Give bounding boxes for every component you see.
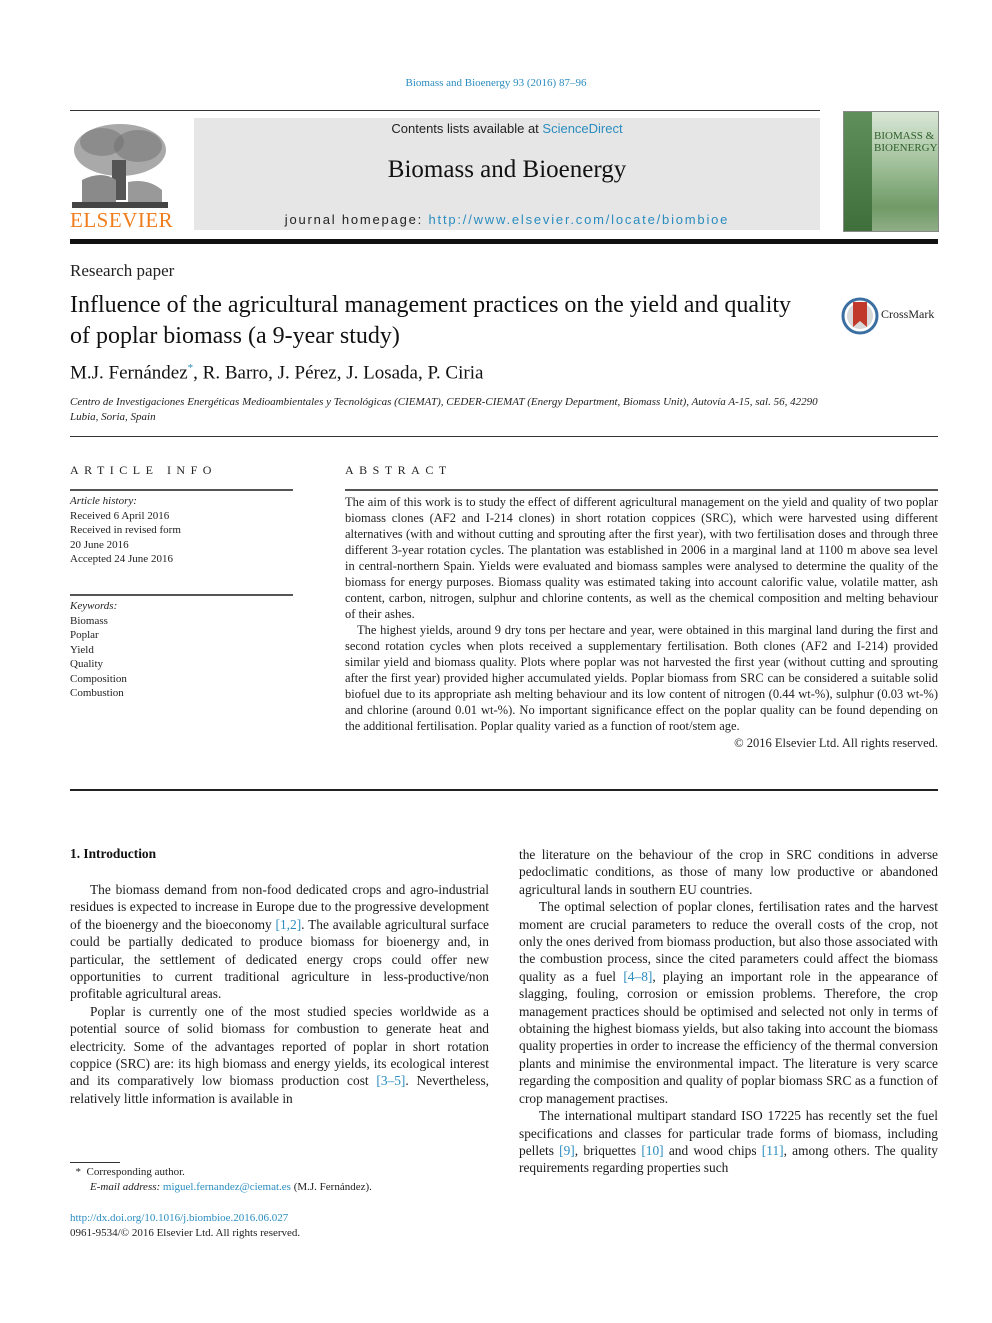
- body-paragraph: the literature on the behaviour of the c…: [519, 847, 938, 897]
- affiliation: Centro de Investigaciones Energéticas Me…: [70, 396, 818, 423]
- cover-title-line: BIOENERGY: [874, 142, 938, 154]
- author[interactable]: P. Ciria: [427, 362, 483, 383]
- footnote-corresponding: * Corresponding author.: [70, 1165, 500, 1180]
- history-item: Received 6 April 2016: [70, 509, 170, 522]
- footnote-divider: [70, 1162, 120, 1163]
- citation-link[interactable]: [11]: [762, 1143, 784, 1158]
- section-heading-introduction: 1. Introduction: [70, 846, 157, 861]
- keyword: Yield: [70, 643, 94, 656]
- running-head[interactable]: Biomass and Bioenergy 93 (2016) 87–96: [0, 77, 992, 89]
- citation-link[interactable]: [3–5]: [376, 1073, 405, 1088]
- email-owner: (M.J. Fernández).: [290, 1181, 372, 1193]
- body-paragraph: Poplar is currently one of the most stud…: [70, 1003, 489, 1107]
- text: , playing an important role in the appea…: [519, 968, 938, 1106]
- divider: [70, 489, 293, 491]
- history-item: Accepted 24 June 2016: [70, 553, 173, 565]
- keyword: Combustion: [70, 687, 124, 699]
- text: , briquettes: [574, 1142, 642, 1158]
- body-column-right: the literature on the behaviour of the c…: [519, 846, 938, 1177]
- doi-link[interactable]: http://dx.doi.org/10.1016/j.biombioe.201…: [70, 1211, 500, 1226]
- contents-line: Contents lists available at ScienceDirec…: [194, 121, 820, 136]
- elsevier-wordmark: ELSEVIER: [70, 208, 174, 232]
- crossmark-button[interactable]: CrossMark: [841, 296, 941, 336]
- sciencedirect-link[interactable]: ScienceDirect: [542, 121, 622, 136]
- header-divider: [70, 239, 938, 244]
- article-history: Article history: Received 6 April 2016 R…: [70, 494, 293, 567]
- divider: [70, 789, 938, 791]
- issn-line: 0961-9534/© 2016 Elsevier Ltd. All right…: [70, 1227, 301, 1239]
- keyword: Composition: [70, 672, 127, 685]
- citation-link[interactable]: [9]: [559, 1143, 575, 1158]
- author-list: M.J. Fernández*, R. Barro, J. Pérez, J. …: [70, 362, 484, 384]
- article-history-heading: Article history:: [70, 495, 137, 507]
- doi-block: http://dx.doi.org/10.1016/j.biombioe.201…: [70, 1211, 500, 1241]
- divider: [70, 594, 293, 596]
- author[interactable]: J. Pérez: [278, 362, 337, 383]
- keywords-heading: Keywords:: [70, 600, 118, 612]
- email-label: E-mail address:: [90, 1181, 163, 1193]
- author[interactable]: M.J. Fernández: [70, 362, 188, 383]
- author[interactable]: R. Barro: [203, 362, 268, 383]
- abstract-heading: ABSTRACT: [345, 463, 452, 477]
- homepage-link[interactable]: http://www.elsevier.com/locate/biombioe: [429, 212, 730, 227]
- author[interactable]: J. Losada: [346, 362, 418, 383]
- cover-band: [844, 112, 872, 231]
- citation-link[interactable]: [10]: [641, 1143, 663, 1158]
- homepage-prefix: journal homepage:: [284, 212, 429, 227]
- abstract-paragraph: The aim of this work is to study the eff…: [345, 495, 938, 621]
- cover-title: BIOMASS & BIOENERGY: [874, 130, 938, 154]
- journal-masthead: Contents lists available at ScienceDirec…: [194, 118, 820, 230]
- cover-title-line: BIOMASS &: [874, 130, 935, 142]
- footnote-mark: *: [75, 1166, 82, 1178]
- footnote-text: Corresponding author.: [86, 1166, 185, 1178]
- contents-prefix: Contents lists available at: [391, 121, 543, 136]
- abstract-copyright: © 2016 Elsevier Ltd. All rights reserved…: [734, 736, 938, 750]
- article-info-heading: ARTICLE INFO: [70, 463, 217, 477]
- abstract-paragraph: The highest yields, around 9 dry tons pe…: [345, 623, 938, 733]
- footnotes: * Corresponding author. E-mail address: …: [70, 1165, 500, 1195]
- body-paragraph: The biomass demand from non-food dedicat…: [70, 881, 489, 1003]
- keyword: Biomass: [70, 614, 108, 627]
- history-item: Received in revised form: [70, 524, 181, 536]
- keyword: Quality: [70, 658, 103, 670]
- body-paragraph: The optimal selection of poplar clones, …: [519, 898, 938, 1107]
- article-title: Influence of the agricultural management…: [70, 292, 792, 349]
- elsevier-tree-icon: [72, 120, 168, 208]
- keyword: Poplar: [70, 629, 99, 641]
- body-column-left: The biomass demand from non-food dedicat…: [70, 881, 489, 1107]
- crossmark-icon: [841, 297, 879, 335]
- journal-name: Biomass and Bioenergy: [387, 156, 627, 183]
- journal-cover-thumbnail[interactable]: BIOMASS & BIOENERGY: [843, 111, 939, 232]
- email-link[interactable]: miguel.fernandez@ciemat.es: [163, 1181, 291, 1193]
- citation-link[interactable]: [1,2]: [276, 917, 302, 932]
- elsevier-logo[interactable]: ELSEVIER: [70, 118, 174, 233]
- corresponding-author-mark[interactable]: *: [188, 362, 194, 374]
- footnote-email: E-mail address: miguel.fernandez@ciemat.…: [70, 1180, 500, 1195]
- homepage-line: journal homepage: http://www.elsevier.co…: [194, 212, 820, 227]
- article-type: Research paper: [70, 261, 175, 280]
- divider: [70, 436, 938, 437]
- keywords: Keywords: Biomass Poplar Yield Quality C…: [70, 599, 293, 701]
- crossmark-label: CrossMark: [881, 307, 935, 321]
- history-item: 20 June 2016: [70, 538, 129, 551]
- body-paragraph: The international multipart standard ISO…: [519, 1107, 938, 1177]
- text: and wood chips: [663, 1142, 762, 1158]
- abstract-body: The aim of this work is to study the eff…: [345, 494, 938, 751]
- divider: [70, 110, 820, 111]
- divider: [345, 489, 938, 491]
- citation-link[interactable]: [4–8]: [623, 969, 652, 984]
